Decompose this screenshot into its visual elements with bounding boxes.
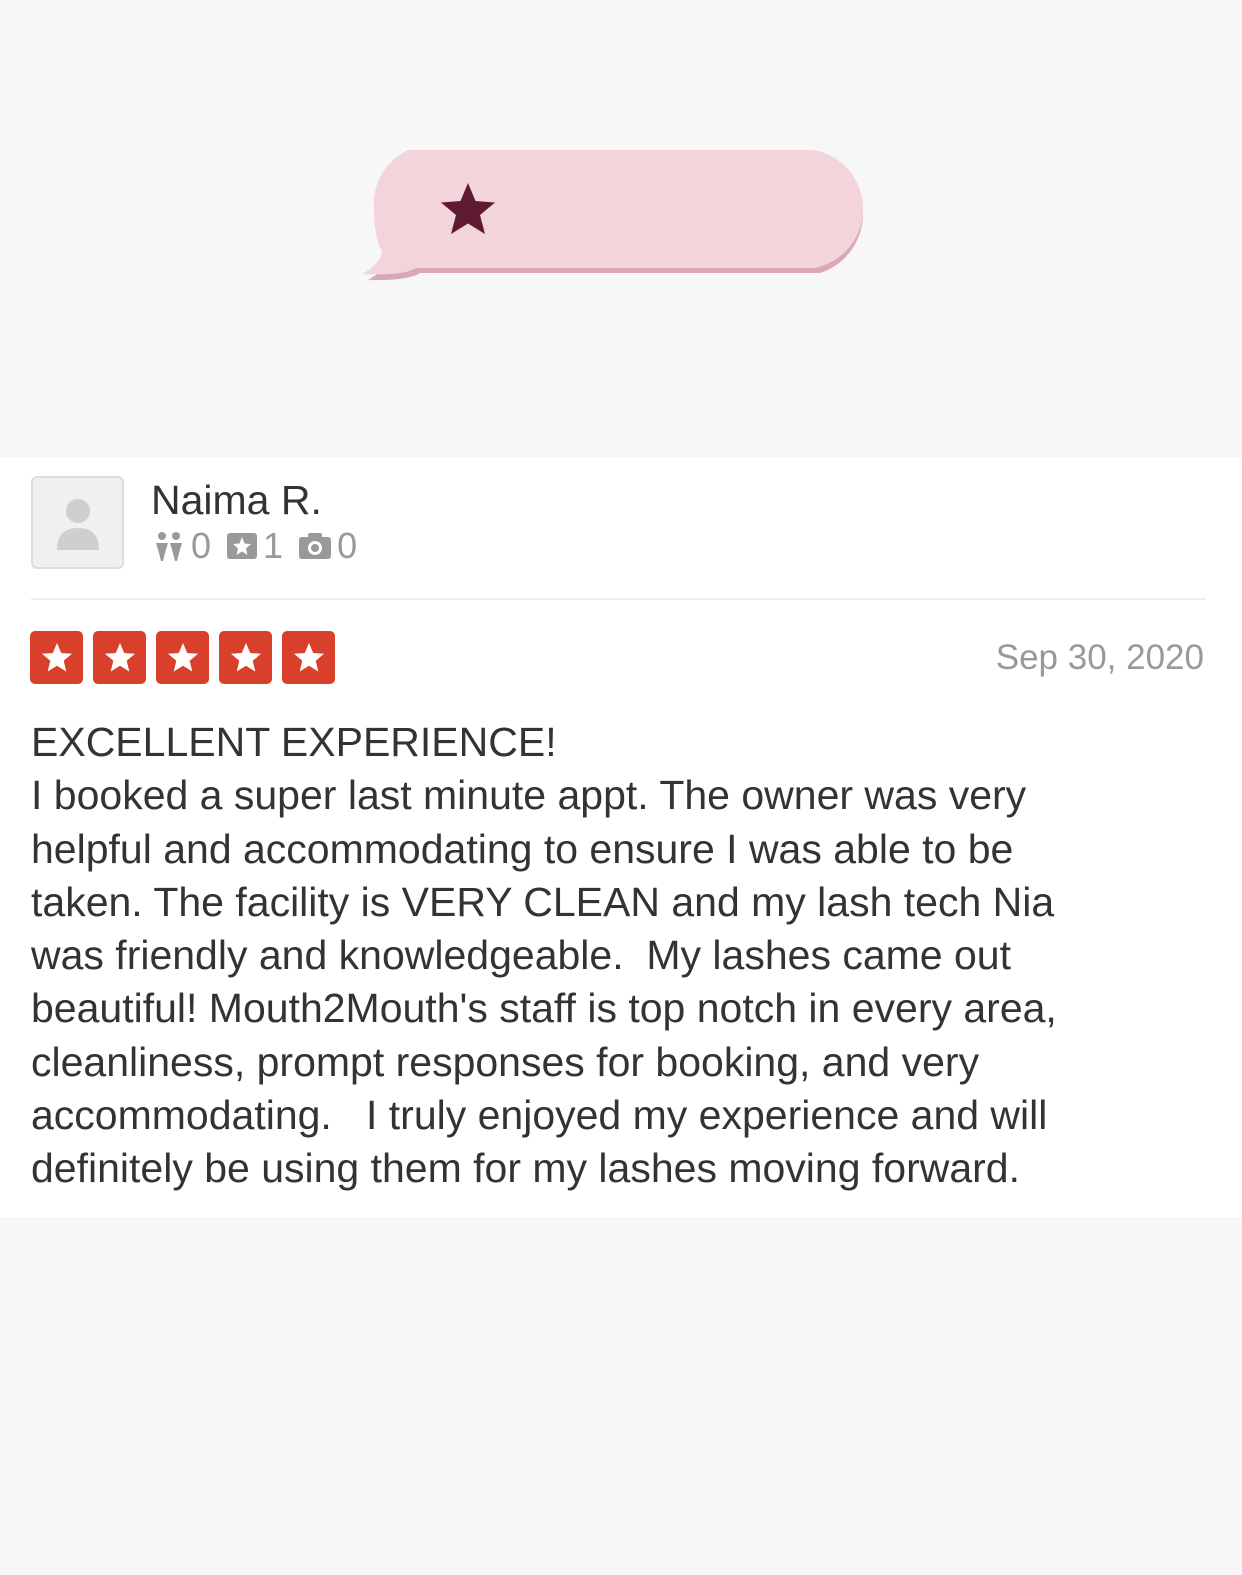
reviews-stat: 1 [225, 525, 283, 567]
review-card: Naima R. 0 1 0 Sep 30, 2020 EXCELLENT EX… [0, 457, 1242, 1217]
reviewer-stats: 0 1 0 [151, 524, 371, 568]
review-body: EXCELLENT EXPERIENCE! I booked a super l… [31, 716, 1216, 1196]
rating-star-2 [93, 631, 146, 684]
background-area [0, 1217, 1242, 1575]
star-icon [293, 642, 324, 671]
avatar[interactable] [31, 476, 124, 569]
review-text: I booked a super last minute appt. The o… [31, 772, 1057, 1192]
rating-star-4 [219, 631, 272, 684]
star-icon [104, 642, 135, 671]
camera-icon [299, 533, 332, 559]
default-user-icon [57, 499, 99, 550]
friends-icon [156, 532, 182, 561]
review-date: Sep 30, 2020 [995, 638, 1204, 677]
rating-star-3 [156, 631, 209, 684]
review-title: EXCELLENT EXPERIENCE! [31, 719, 557, 765]
star-icon [167, 642, 198, 671]
friends-stat: 0 [151, 525, 211, 567]
rating-star-1 [30, 631, 83, 684]
review-star-icon [227, 533, 258, 559]
reviewer-name[interactable]: Naima R. [151, 475, 322, 525]
photos-count: 0 [337, 525, 358, 566]
star-icon [41, 642, 72, 671]
rating-star-5 [282, 631, 335, 684]
star-icon [230, 642, 261, 671]
divider [31, 598, 1206, 600]
story-sticker-area [0, 0, 1242, 457]
photos-stat: 0 [297, 525, 357, 567]
friends-count: 0 [191, 525, 212, 566]
star-speech-bubble-icon [362, 150, 864, 281]
reviews-count: 1 [263, 525, 284, 566]
star-rating [30, 631, 345, 684]
